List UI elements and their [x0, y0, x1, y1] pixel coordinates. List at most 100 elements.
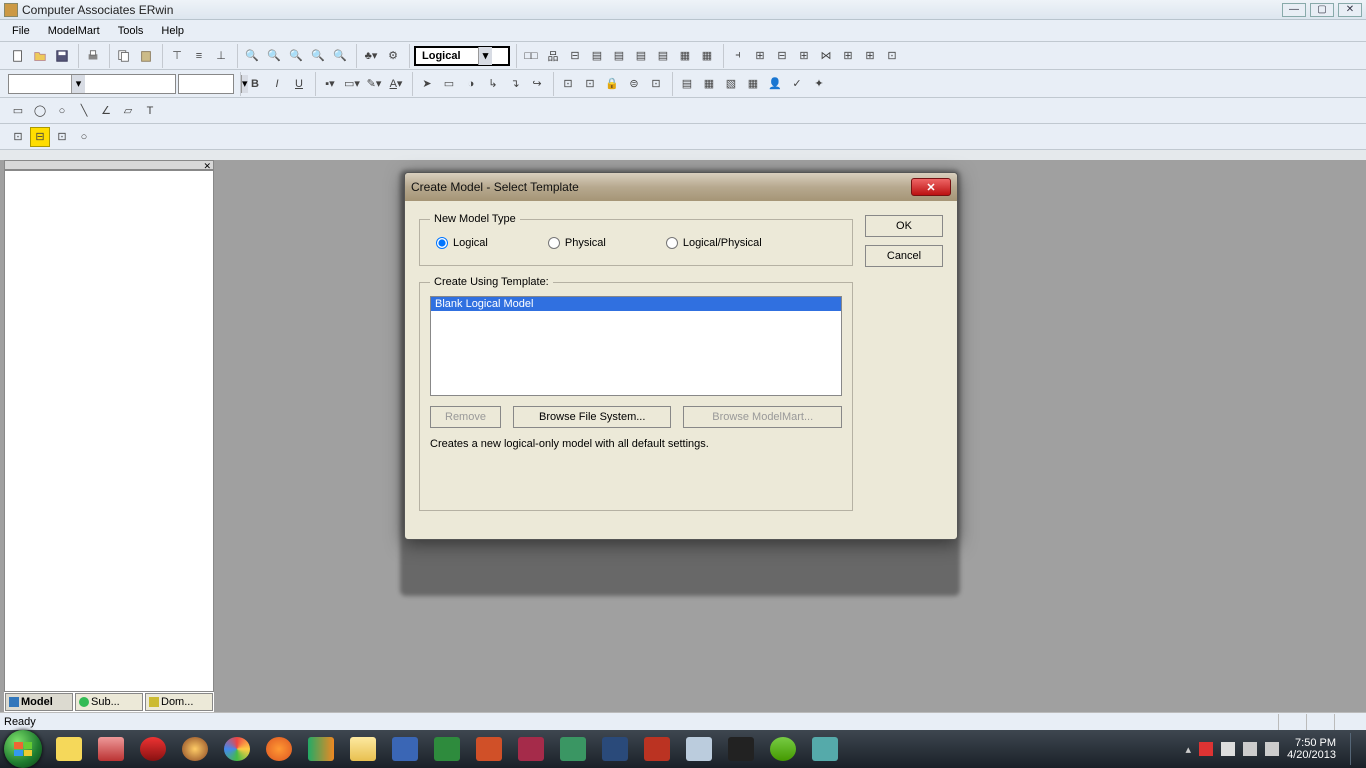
merge3-icon[interactable]: ⊡ [52, 127, 72, 147]
task-app5-icon[interactable] [595, 734, 635, 764]
layout5-icon[interactable]: ⋈ [816, 46, 836, 66]
line-color-icon[interactable]: ▭▾ [342, 74, 362, 94]
tray-battery-icon[interactable] [1221, 742, 1235, 756]
tray-network-icon[interactable] [1243, 742, 1257, 756]
layout7-icon[interactable]: ⊞ [860, 46, 880, 66]
layout4-icon[interactable]: ⊞ [794, 46, 814, 66]
align-top-icon[interactable]: ⊤ [167, 46, 187, 66]
task-app4-icon[interactable] [553, 734, 593, 764]
dialog-close-button[interactable]: ✕ [911, 178, 951, 196]
task-app7-icon[interactable] [721, 734, 761, 764]
start-button[interactable] [4, 730, 42, 768]
rel3-icon[interactable]: ↪ [527, 74, 547, 94]
tray-expand-icon[interactable]: ▴ [1186, 743, 1192, 756]
align-bot-icon[interactable]: ⊥ [211, 46, 231, 66]
layout8-icon[interactable]: ⊡ [882, 46, 902, 66]
layout2-icon[interactable]: ⊞ [750, 46, 770, 66]
remove-button[interactable]: Remove [430, 406, 501, 428]
bold-button[interactable]: B [245, 74, 265, 94]
task-access-icon[interactable] [511, 734, 551, 764]
fill-color-icon[interactable]: ▪▾ [320, 74, 340, 94]
task-app2-icon[interactable] [133, 734, 173, 764]
tray-flag-icon[interactable] [1199, 742, 1213, 756]
close-button[interactable]: ✕ [1338, 3, 1362, 17]
lock-icon[interactable]: 🔒 [602, 74, 622, 94]
save-button[interactable] [52, 46, 72, 66]
browse-fs-button[interactable]: Browse File System... [513, 406, 672, 428]
task-ppt-icon[interactable] [469, 734, 509, 764]
task-app1-icon[interactable] [91, 734, 131, 764]
task-word-icon[interactable] [385, 734, 425, 764]
menu-help[interactable]: Help [153, 23, 192, 39]
child-icon[interactable]: ⊟ [565, 46, 585, 66]
grid1-icon[interactable]: ▤ [677, 74, 697, 94]
menu-file[interactable]: File [4, 23, 38, 39]
zoom-out-icon[interactable]: 🔍 [264, 46, 284, 66]
person-icon[interactable]: 👤 [765, 74, 785, 94]
grid3-icon[interactable]: ▧ [721, 74, 741, 94]
merge2-icon[interactable]: ⊟ [30, 127, 50, 147]
shape-oval-icon[interactable]: ○ [52, 101, 72, 121]
dropdown-icon[interactable]: ♣▾ [361, 46, 381, 66]
font-color-icon[interactable]: A▾ [386, 74, 406, 94]
ok-button[interactable]: OK [865, 215, 943, 237]
zoom-area-icon[interactable]: 🔍 [330, 46, 350, 66]
wand-icon[interactable]: ✦ [809, 74, 829, 94]
subtype-icon[interactable]: ◑ [461, 74, 481, 94]
task-sticky-icon[interactable] [49, 734, 89, 764]
task-excel-icon[interactable] [427, 734, 467, 764]
merge4-icon[interactable]: ○ [74, 127, 94, 147]
open-button[interactable] [30, 46, 50, 66]
task-explorer-icon[interactable] [343, 734, 383, 764]
show-desktop-button[interactable] [1350, 733, 1358, 765]
tree-body[interactable] [4, 170, 214, 692]
zoom-fit-icon[interactable]: 🔍 [286, 46, 306, 66]
layout3-icon[interactable]: ⊟ [772, 46, 792, 66]
tree-tab-model[interactable]: Model [5, 693, 73, 711]
view-mode-select[interactable]: Logical ▾ [414, 46, 510, 66]
tree-tab-sub[interactable]: Sub... [75, 693, 143, 711]
shape-text-icon[interactable]: T [140, 101, 160, 121]
entity-tool-icon[interactable]: ▭ [439, 74, 459, 94]
radio-logical-physical[interactable]: Logical/Physical [666, 237, 762, 249]
layout1-icon[interactable]: ⫞ [728, 46, 748, 66]
menu-modelmart[interactable]: ModelMart [40, 23, 108, 39]
align-mid-icon[interactable]: ≡ [189, 46, 209, 66]
shape-rect-icon[interactable]: ▭ [8, 101, 28, 121]
tree-tab-dom[interactable]: Dom... [145, 693, 213, 711]
shape-roundrect-icon[interactable]: ◯ [30, 101, 50, 121]
shape-parallelogram-icon[interactable]: ▱ [118, 101, 138, 121]
grid4-icon[interactable]: ▦ [743, 74, 763, 94]
rel1-icon[interactable]: ↳ [483, 74, 503, 94]
task-app3-icon[interactable] [175, 734, 215, 764]
task-butterfly-icon[interactable] [301, 734, 341, 764]
task-chrome-icon[interactable] [217, 734, 257, 764]
list1-icon[interactable]: ▤ [587, 46, 607, 66]
task-app6-icon[interactable] [637, 734, 677, 764]
font-select[interactable]: ▾ [8, 74, 176, 94]
radio-physical[interactable]: Physical [548, 237, 606, 249]
layout6-icon[interactable]: ⊞ [838, 46, 858, 66]
task-app8-icon[interactable] [805, 734, 845, 764]
paste-button[interactable] [136, 46, 156, 66]
browse-mm-button[interactable]: Browse ModelMart... [683, 406, 842, 428]
hierarchy-icon[interactable]: 品 [543, 46, 563, 66]
merge1-icon[interactable]: ⊡ [8, 127, 28, 147]
radio-logical[interactable]: Logical [436, 237, 488, 249]
rel2-icon[interactable]: ↴ [505, 74, 525, 94]
list2-icon[interactable]: ▤ [609, 46, 629, 66]
template-item-blank[interactable]: Blank Logical Model [431, 297, 841, 311]
gear-icon[interactable]: ⚙ [383, 46, 403, 66]
task-idm-icon[interactable] [763, 734, 803, 764]
dialog-titlebar[interactable]: Create Model - Select Template ✕ [405, 173, 957, 201]
grid2-icon[interactable]: ▦ [699, 74, 719, 94]
prop2-icon[interactable]: ▦ [697, 46, 717, 66]
size-select[interactable]: ▾ [178, 74, 234, 94]
copy-button[interactable] [114, 46, 134, 66]
menu-tools[interactable]: Tools [110, 23, 152, 39]
maximize-button[interactable]: ▢ [1310, 3, 1334, 17]
cancel-button[interactable]: Cancel [865, 245, 943, 267]
minimize-button[interactable]: — [1282, 3, 1306, 17]
text-color-icon[interactable]: ✎▾ [364, 74, 384, 94]
zoom-in-icon[interactable]: 🔍 [242, 46, 262, 66]
